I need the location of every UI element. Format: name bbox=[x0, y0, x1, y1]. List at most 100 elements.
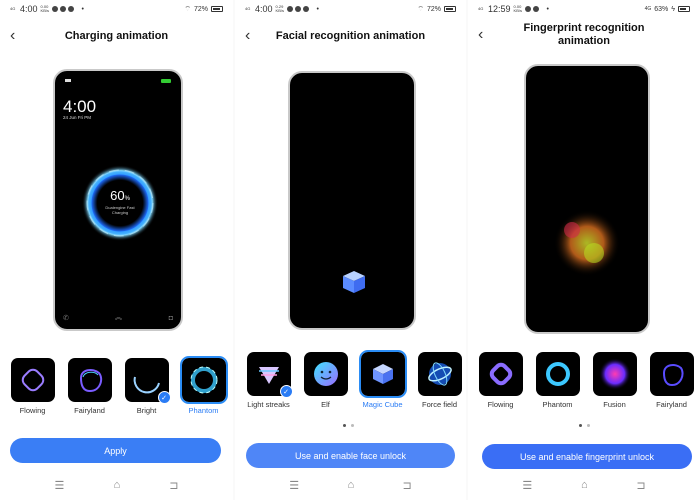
animation-options: ✓ Light streaks Elf Magic Cube Force fie… bbox=[240, 350, 466, 409]
battery-percent: 72% bbox=[426, 5, 441, 13]
option-fusion[interactable]: Fusion bbox=[586, 352, 643, 409]
option-label: Bright bbox=[136, 406, 157, 415]
page-dot bbox=[587, 424, 590, 427]
page-dot-active bbox=[579, 424, 582, 427]
option-flowing[interactable]: Flowing bbox=[4, 358, 61, 415]
charge-caption: Dualengine Fast Charging bbox=[105, 205, 135, 215]
back-button[interactable]: ‹ bbox=[245, 27, 250, 45]
option-label: Fairyland bbox=[656, 400, 687, 409]
animation-options: Flowing Phantom Fusion Fairyland bbox=[472, 352, 700, 409]
option-fairyland[interactable]: Fairyland bbox=[643, 352, 700, 409]
option-label: Elf bbox=[321, 400, 330, 409]
option-label: Flowing bbox=[487, 400, 514, 409]
navigation-bar: ☰ ⌂ ⊐ bbox=[0, 479, 233, 492]
option-label: Phantom bbox=[542, 400, 573, 409]
battery-icon bbox=[678, 6, 690, 12]
battery-percent: 63% bbox=[654, 5, 669, 13]
flowing-ring-icon bbox=[21, 368, 44, 392]
enable-face-unlock-button[interactable]: Use and enable face unlock bbox=[246, 443, 455, 468]
option-label: Magic Cube bbox=[362, 400, 403, 409]
option-label: Fairyland bbox=[74, 406, 105, 415]
notification-icon bbox=[51, 6, 58, 12]
phantom-ring-icon bbox=[190, 366, 217, 394]
preview-battery-icon bbox=[161, 79, 171, 83]
page-dot bbox=[351, 424, 354, 427]
back-nav-icon[interactable]: ⊐ bbox=[636, 479, 645, 492]
status-time: 4:00 bbox=[255, 4, 273, 14]
status-bar: 4G 12:59 0.00 KB/s • 4G 63% ϟ bbox=[478, 3, 690, 15]
network-speed: 0.00 KB/s bbox=[513, 4, 522, 13]
bright-ring-icon bbox=[133, 376, 160, 394]
option-label: Force field bbox=[421, 400, 457, 409]
swipe-up-icon: ︽ bbox=[115, 314, 122, 321]
option-bright[interactable]: ✓ Bright bbox=[118, 358, 175, 415]
force-field-icon bbox=[427, 362, 452, 386]
notification-icon bbox=[302, 6, 309, 12]
battery-icon bbox=[444, 6, 456, 12]
option-fairyland[interactable]: Fairyland bbox=[61, 358, 118, 415]
menu-icon[interactable]: ☰ bbox=[522, 479, 532, 492]
notification-icon bbox=[294, 6, 301, 12]
notification-icon bbox=[67, 6, 74, 12]
option-light-streaks[interactable]: ✓ Light streaks bbox=[240, 352, 297, 409]
notification-icon bbox=[286, 6, 293, 12]
option-phantom[interactable]: Phantom bbox=[529, 352, 586, 409]
preview-phone bbox=[524, 64, 650, 334]
notification-icon bbox=[524, 6, 531, 12]
option-label: Light streaks bbox=[247, 400, 290, 409]
option-label: Phantom bbox=[188, 406, 219, 415]
home-icon[interactable]: ⌂ bbox=[113, 479, 120, 492]
animation-options: Flowing Fairyland ✓ Bright Phantom bbox=[4, 356, 232, 415]
option-magic-cube[interactable]: Magic Cube bbox=[354, 350, 411, 409]
fairyland-icon bbox=[662, 364, 684, 387]
charging-icon: ϟ bbox=[671, 5, 675, 13]
facial-recognition-screen: 4G 4:00 0.29 KB/s • ⌔ 72% ‹ Facial recog… bbox=[235, 0, 466, 500]
home-icon[interactable]: ⌂ bbox=[581, 479, 588, 492]
back-nav-icon[interactable]: ⊐ bbox=[403, 479, 412, 492]
notification-icon bbox=[59, 6, 66, 12]
page-dot-active bbox=[343, 424, 346, 427]
page-indicator bbox=[343, 424, 354, 427]
page-title: Charging animation bbox=[64, 30, 169, 42]
enable-fingerprint-unlock-button[interactable]: Use and enable fingerprint unlock bbox=[482, 444, 692, 469]
more-notifications-dot: • bbox=[316, 5, 319, 13]
back-button[interactable]: ‹ bbox=[478, 26, 483, 44]
back-nav-icon[interactable]: ⊐ bbox=[169, 479, 178, 492]
battery-icon bbox=[211, 6, 223, 12]
magic-cube-preview-icon bbox=[343, 271, 365, 293]
flowing-icon bbox=[489, 362, 512, 386]
preview-phone bbox=[288, 71, 416, 330]
back-button[interactable]: ‹ bbox=[10, 27, 15, 45]
charge-percent-unit: % bbox=[124, 196, 130, 202]
status-bar: 4G 4:00 0.29 KB/s • ⌔ 72% bbox=[245, 3, 456, 15]
charge-percent: 60 bbox=[110, 188, 125, 203]
charging-animation-screen: 4G 4:00 0.00 KB/s • ⌔ 72% ‹ Charging ani… bbox=[0, 0, 233, 500]
notification-icon bbox=[532, 6, 539, 12]
option-label: Fusion bbox=[603, 400, 626, 409]
apply-button[interactable]: Apply bbox=[10, 438, 221, 463]
network-indicator: 4G bbox=[478, 6, 484, 11]
fairyland-ring-icon bbox=[79, 369, 102, 393]
page-title: Facial recognition animation bbox=[275, 30, 426, 42]
network-speed: 0.00 KB/s bbox=[40, 4, 49, 13]
navigation-bar: ☰ ⌂ ⊐ bbox=[235, 479, 466, 492]
more-notifications-dot: • bbox=[81, 5, 84, 13]
option-elf[interactable]: Elf bbox=[297, 352, 354, 409]
option-flowing[interactable]: Flowing bbox=[472, 352, 529, 409]
battery-percent: 72% bbox=[193, 5, 208, 13]
checkmark-icon: ✓ bbox=[157, 391, 171, 404]
option-label: Flowing bbox=[19, 406, 46, 415]
option-phantom[interactable]: Phantom bbox=[175, 356, 232, 415]
phone-shortcut-icon: ✆ bbox=[63, 315, 69, 322]
magic-cube-icon bbox=[372, 364, 393, 384]
wifi-icon: ⌔ bbox=[417, 5, 424, 13]
wifi-icon: ⌔ bbox=[184, 5, 191, 13]
elf-face-icon bbox=[313, 362, 338, 386]
page-indicator bbox=[579, 424, 590, 427]
menu-icon[interactable]: ☰ bbox=[289, 479, 299, 492]
option-force-field[interactable]: Force field bbox=[411, 352, 466, 409]
phantom-icon bbox=[545, 362, 570, 386]
menu-icon[interactable]: ☰ bbox=[55, 479, 65, 492]
camera-shortcut-icon: ◘ bbox=[168, 315, 173, 322]
home-icon[interactable]: ⌂ bbox=[347, 479, 354, 492]
